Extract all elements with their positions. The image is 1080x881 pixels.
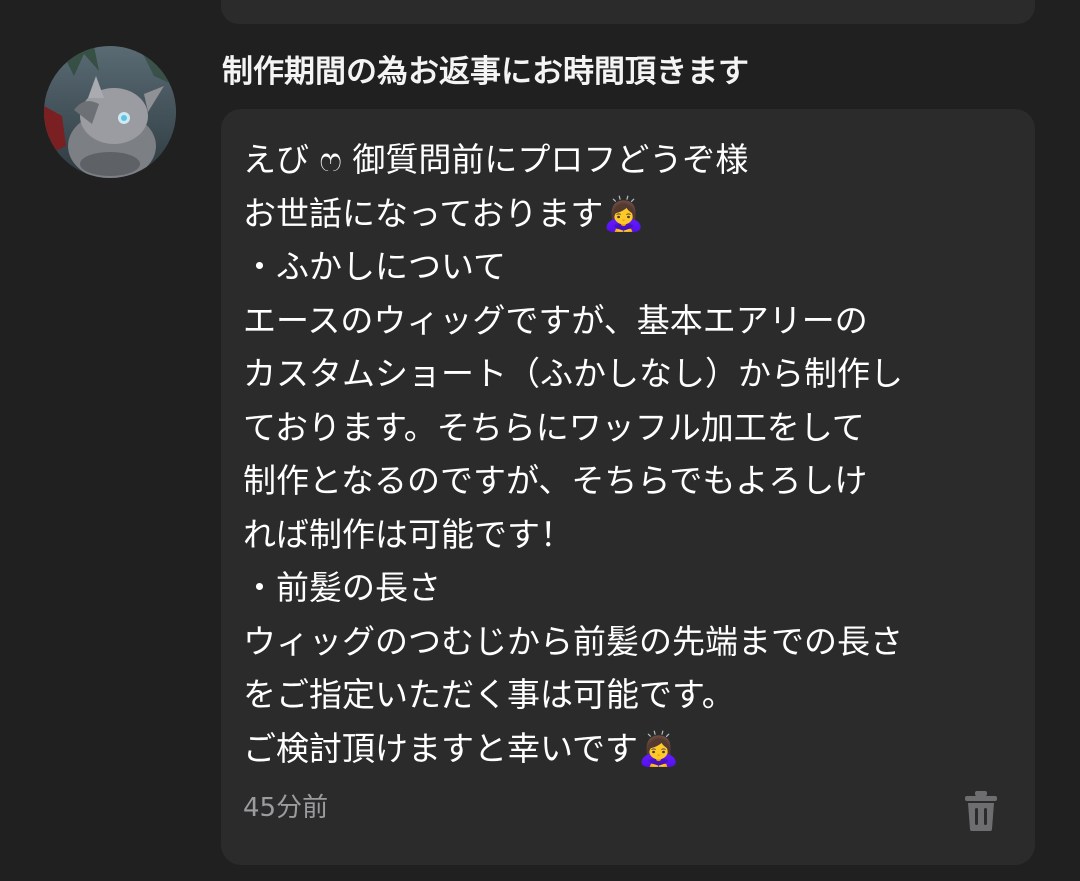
message-line: れば制作は可能です！ [243,514,573,554]
message-line: カスタムショート（ふかしなし）から制作し [243,354,903,393]
message-bubble: えび ෆ 御質問前にプロフどうぞ様 お世話になっております🙇‍♀️ ・ふかしにつ… [221,109,1035,865]
avatar[interactable] [44,46,176,178]
message-line: ・前髪の長さ [243,568,441,607]
user-avatar-image [44,46,176,178]
message-line: えび ෆ 御質問前にプロフどうぞ様 [243,140,749,179]
trash-icon [965,791,997,831]
message-line: エースのウィッグですが、基本エアリーの [243,300,868,340]
message-text: えび ෆ 御質問前にプロフどうぞ様 お世話になっております🙇‍♀️ ・ふかしにつ… [243,133,1023,775]
message-line: ウィッグのつむじから前髪の先端までの長さ [243,621,903,661]
message-line: をご指定いただく事は可能です。 [243,675,735,714]
delete-message-button[interactable] [961,789,1001,831]
message-line: ております。そちらにワッフル加工をして [243,407,865,447]
message-line: ご検討頂けますと幸いです🙇‍♀️ [243,728,680,768]
previous-message-bubble [221,0,1035,24]
message-line: 制作となるのですが、そちらでもよろしけ [243,461,868,500]
sender-name[interactable]: 制作期間の為お返事にお時間頂きます [222,48,749,96]
message-line: お世話になっております🙇‍♀️ [243,193,645,233]
message-line: ・ふかしについて [243,247,507,286]
message-timestamp: 45分前 [243,793,329,823]
